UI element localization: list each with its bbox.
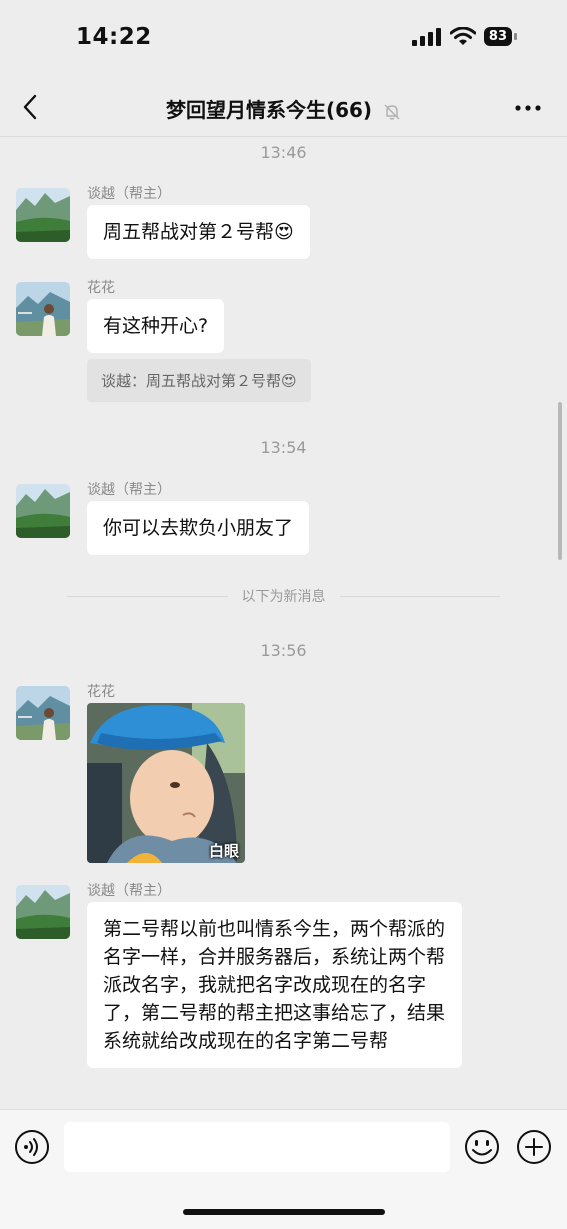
sender-name: 谈越（帮主） (87, 482, 171, 498)
chat-title: 梦回望月情系今生(66) (165, 98, 373, 122)
avatar[interactable] (16, 885, 70, 939)
mute-bell-icon (384, 104, 400, 120)
timestamp: 13:56 (260, 641, 307, 660)
avatar[interactable] (16, 686, 70, 740)
quoted-message[interactable]: 谈越：周五帮战对第２号帮😍 (87, 359, 311, 402)
emoji-icon[interactable] (464, 1129, 500, 1165)
status-bar: 14:22 83 (0, 0, 567, 80)
avatar[interactable] (16, 282, 70, 336)
sticker-image[interactable]: 白眼 (87, 703, 245, 863)
voice-input-icon[interactable] (14, 1129, 50, 1165)
signal-icon (411, 27, 441, 46)
avatar[interactable] (16, 484, 70, 538)
sticker-caption: 白眼 (208, 842, 239, 860)
timestamp: 13:54 (260, 438, 307, 457)
add-icon[interactable] (516, 1129, 552, 1165)
wifi-icon (449, 27, 476, 45)
timestamp: 13:46 (260, 143, 307, 162)
message-bubble[interactable]: 有这种开心? (87, 299, 225, 353)
message-bubble[interactable]: 你可以去欺负小朋友了 (87, 501, 310, 555)
avatar[interactable] (16, 188, 70, 242)
divider-label: 以下为新消息 (241, 589, 326, 605)
message-bubble[interactable]: 周五帮战对第２号帮😍 (87, 205, 310, 259)
home-indicator[interactable] (183, 1209, 385, 1215)
scrollbar[interactable] (558, 402, 562, 560)
status-time: 14:22 (76, 24, 152, 50)
message-bubble[interactable]: 第二号帮以前也叫情系今生，两个帮派的名字一样，合并服务器后，系统让两个帮派改名字… (87, 902, 462, 1068)
chat-messages[interactable]: 13:46 谈越（帮主） 周五帮战对第２号帮😍 花花 有这种开心? 谈越：周五帮… (0, 137, 567, 1109)
nav-bar: 梦回望月情系今生(66) (0, 80, 567, 137)
sender-name: 谈越（帮主） (87, 186, 171, 202)
battery-icon: 83 (483, 27, 517, 46)
sender-name: 花花 (87, 280, 115, 296)
sender-name: 谈越（帮主） (87, 883, 171, 899)
battery-level: 83 (483, 27, 512, 46)
sender-name: 花花 (87, 684, 115, 700)
message-input[interactable] (64, 1122, 450, 1172)
more-options-button[interactable] (513, 93, 543, 123)
new-messages-divider: 以下为新消息 (67, 586, 500, 606)
